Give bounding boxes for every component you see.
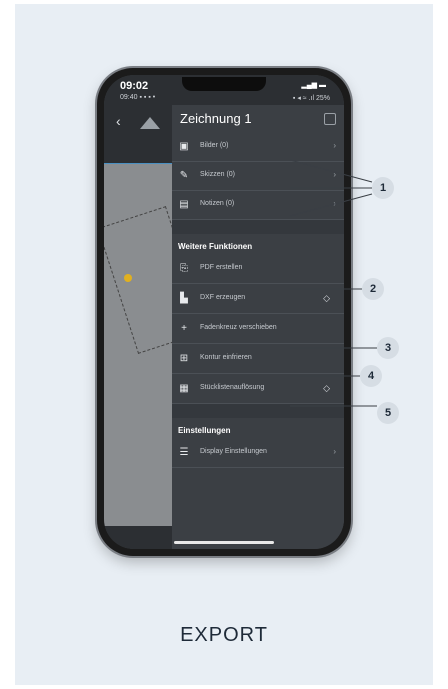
callout-4: 4 (360, 365, 382, 387)
callout-1: 1 (372, 177, 394, 199)
callout-line-1c (289, 193, 373, 217)
callout-2: 2 (362, 278, 384, 300)
caption-export: EXPORT (180, 624, 268, 646)
card-background: 09:02 ▂▄▆ ▬ 09:40 ▪ ▪ ▪ • ▪ ◂ ≈ .ıl 25% … (15, 4, 433, 685)
callout-3: 3 (377, 337, 399, 359)
callout-5: 5 (377, 402, 399, 424)
callout-line-1a (289, 159, 373, 183)
callout-lines (289, 159, 377, 407)
